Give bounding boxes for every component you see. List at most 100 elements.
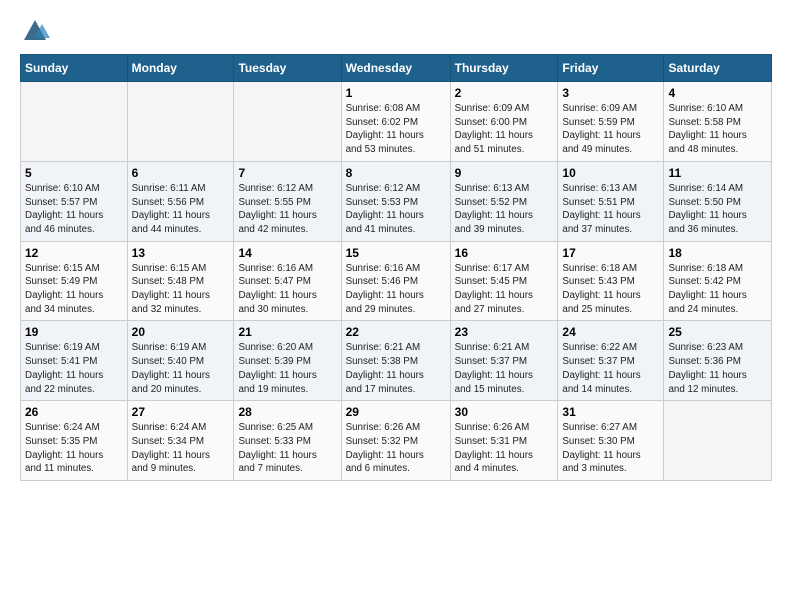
calendar-day-24: 24 Sunrise: 6:22 AM Sunset: 5:37 PM Dayli… bbox=[558, 321, 664, 401]
weekday-header-saturday: Saturday bbox=[664, 55, 772, 82]
weekday-header-friday: Friday bbox=[558, 55, 664, 82]
day-number: 19 bbox=[25, 325, 123, 339]
day-info: Sunrise: 6:16 AM Sunset: 5:46 PM Dayligh… bbox=[346, 262, 446, 317]
calendar-day-28: 28Sunrise: 6:25 AM Sunset: 5:33 PM Dayli… bbox=[234, 401, 341, 481]
calendar-day-30: 30 Sunrise: 6:26 AM Sunset: 5:31 PM Dayli… bbox=[450, 401, 558, 481]
calendar-day-2: 2Sunrise: 6:09 AM Sunset: 6:00 PM Daylig… bbox=[450, 82, 558, 162]
day-info: Sunrise: 6:27 AM Sunset: 5:30 PM Dayligh… bbox=[562, 421, 659, 476]
day-number: 6 bbox=[132, 166, 230, 180]
day-number: 24 bbox=[562, 325, 659, 339]
day-number: 13 bbox=[132, 246, 230, 260]
weekday-header-sunday: Sunday bbox=[21, 55, 128, 82]
day-number: 17 bbox=[562, 246, 659, 260]
calendar-table: SundayMondayTuesdayWednesdayThursdayFrid… bbox=[20, 54, 772, 481]
calendar-empty-cell bbox=[127, 82, 234, 162]
calendar-day-9: 9 Sunrise: 6:13 AM Sunset: 5:52 PM Daylig… bbox=[450, 161, 558, 241]
calendar-day-29: 29 Sunrise: 6:26 AM Sunset: 5:32 PM Dayli… bbox=[341, 401, 450, 481]
day-number: 25 bbox=[668, 325, 767, 339]
calendar-week-row: 5 Sunrise: 6:10 AM Sunset: 5:57 PM Daylig… bbox=[21, 161, 772, 241]
calendar-day-11: 11 Sunrise: 6:14 AM Sunset: 5:50 PM Dayli… bbox=[664, 161, 772, 241]
weekday-header-monday: Monday bbox=[127, 55, 234, 82]
calendar-day-20: 20 Sunrise: 6:19 AM Sunset: 5:40 PM Dayli… bbox=[127, 321, 234, 401]
calendar-day-27: 27 Sunrise: 6:24 AM Sunset: 5:34 PM Dayli… bbox=[127, 401, 234, 481]
day-info: Sunrise: 6:20 AM Sunset: 5:39 PM Dayligh… bbox=[238, 341, 336, 396]
day-number: 1 bbox=[346, 86, 446, 100]
calendar-empty-cell bbox=[234, 82, 341, 162]
day-info: Sunrise: 6:22 AM Sunset: 5:37 PM Dayligh… bbox=[562, 341, 659, 396]
day-number: 21 bbox=[238, 325, 336, 339]
day-info: Sunrise: 6:09 AM Sunset: 6:00 PM Dayligh… bbox=[455, 102, 554, 157]
calendar-empty-cell bbox=[21, 82, 128, 162]
calendar-day-1: 1Sunrise: 6:08 AM Sunset: 6:02 PM Daylig… bbox=[341, 82, 450, 162]
calendar-day-19: 19Sunrise: 6:19 AM Sunset: 5:41 PM Dayli… bbox=[21, 321, 128, 401]
calendar-day-7: 7 Sunrise: 6:12 AM Sunset: 5:55 PM Daylig… bbox=[234, 161, 341, 241]
day-info: Sunrise: 6:13 AM Sunset: 5:52 PM Dayligh… bbox=[455, 182, 554, 237]
day-info: Sunrise: 6:14 AM Sunset: 5:50 PM Dayligh… bbox=[668, 182, 767, 237]
calendar-day-22: 22 Sunrise: 6:21 AM Sunset: 5:38 PM Dayli… bbox=[341, 321, 450, 401]
day-info: Sunrise: 6:21 AM Sunset: 5:38 PM Dayligh… bbox=[346, 341, 446, 396]
calendar-empty-cell bbox=[664, 401, 772, 481]
day-number: 23 bbox=[455, 325, 554, 339]
day-number: 8 bbox=[346, 166, 446, 180]
page-header bbox=[20, 16, 772, 46]
day-info: Sunrise: 6:10 AM Sunset: 5:57 PM Dayligh… bbox=[25, 182, 123, 237]
day-number: 11 bbox=[668, 166, 767, 180]
day-info: Sunrise: 6:25 AM Sunset: 5:33 PM Dayligh… bbox=[238, 421, 336, 476]
calendar-day-23: 23 Sunrise: 6:21 AM Sunset: 5:37 PM Dayli… bbox=[450, 321, 558, 401]
day-number: 4 bbox=[668, 86, 767, 100]
day-info: Sunrise: 6:15 AM Sunset: 5:49 PM Dayligh… bbox=[25, 262, 123, 317]
day-info: Sunrise: 6:23 AM Sunset: 5:36 PM Dayligh… bbox=[668, 341, 767, 396]
day-number: 16 bbox=[455, 246, 554, 260]
day-info: Sunrise: 6:12 AM Sunset: 5:53 PM Dayligh… bbox=[346, 182, 446, 237]
calendar-day-21: 21 Sunrise: 6:20 AM Sunset: 5:39 PM Dayli… bbox=[234, 321, 341, 401]
day-info: Sunrise: 6:26 AM Sunset: 5:32 PM Dayligh… bbox=[346, 421, 446, 476]
calendar-day-10: 10 Sunrise: 6:13 AM Sunset: 5:51 PM Dayli… bbox=[558, 161, 664, 241]
logo-icon bbox=[20, 16, 50, 46]
day-number: 15 bbox=[346, 246, 446, 260]
day-number: 5 bbox=[25, 166, 123, 180]
day-number: 10 bbox=[562, 166, 659, 180]
calendar-day-26: 26Sunrise: 6:24 AM Sunset: 5:35 PM Dayli… bbox=[21, 401, 128, 481]
day-info: Sunrise: 6:15 AM Sunset: 5:48 PM Dayligh… bbox=[132, 262, 230, 317]
calendar-week-row: 12Sunrise: 6:15 AM Sunset: 5:49 PM Dayli… bbox=[21, 241, 772, 321]
day-info: Sunrise: 6:16 AM Sunset: 5:47 PM Dayligh… bbox=[238, 262, 336, 317]
day-info: Sunrise: 6:18 AM Sunset: 5:42 PM Dayligh… bbox=[668, 262, 767, 317]
day-number: 14 bbox=[238, 246, 336, 260]
calendar-day-13: 13 Sunrise: 6:15 AM Sunset: 5:48 PM Dayli… bbox=[127, 241, 234, 321]
calendar-day-15: 15 Sunrise: 6:16 AM Sunset: 5:46 PM Dayli… bbox=[341, 241, 450, 321]
day-number: 30 bbox=[455, 405, 554, 419]
day-info: Sunrise: 6:13 AM Sunset: 5:51 PM Dayligh… bbox=[562, 182, 659, 237]
calendar-day-4: 4 Sunrise: 6:10 AM Sunset: 5:58 PM Daylig… bbox=[664, 82, 772, 162]
calendar-day-17: 17 Sunrise: 6:18 AM Sunset: 5:43 PM Dayli… bbox=[558, 241, 664, 321]
weekday-header-wednesday: Wednesday bbox=[341, 55, 450, 82]
calendar-day-31: 31 Sunrise: 6:27 AM Sunset: 5:30 PM Dayli… bbox=[558, 401, 664, 481]
day-info: Sunrise: 6:24 AM Sunset: 5:34 PM Dayligh… bbox=[132, 421, 230, 476]
day-info: Sunrise: 6:09 AM Sunset: 5:59 PM Dayligh… bbox=[562, 102, 659, 157]
weekday-header-row: SundayMondayTuesdayWednesdayThursdayFrid… bbox=[21, 55, 772, 82]
calendar-day-18: 18Sunrise: 6:18 AM Sunset: 5:42 PM Dayli… bbox=[664, 241, 772, 321]
calendar-week-row: 19Sunrise: 6:19 AM Sunset: 5:41 PM Dayli… bbox=[21, 321, 772, 401]
day-info: Sunrise: 6:19 AM Sunset: 5:40 PM Dayligh… bbox=[132, 341, 230, 396]
day-number: 7 bbox=[238, 166, 336, 180]
day-info: Sunrise: 6:21 AM Sunset: 5:37 PM Dayligh… bbox=[455, 341, 554, 396]
day-number: 27 bbox=[132, 405, 230, 419]
calendar-day-12: 12Sunrise: 6:15 AM Sunset: 5:49 PM Dayli… bbox=[21, 241, 128, 321]
calendar-day-6: 6Sunrise: 6:11 AM Sunset: 5:56 PM Daylig… bbox=[127, 161, 234, 241]
day-number: 3 bbox=[562, 86, 659, 100]
day-info: Sunrise: 6:26 AM Sunset: 5:31 PM Dayligh… bbox=[455, 421, 554, 476]
day-number: 31 bbox=[562, 405, 659, 419]
calendar-day-3: 3 Sunrise: 6:09 AM Sunset: 5:59 PM Daylig… bbox=[558, 82, 664, 162]
day-info: Sunrise: 6:17 AM Sunset: 5:45 PM Dayligh… bbox=[455, 262, 554, 317]
day-info: Sunrise: 6:18 AM Sunset: 5:43 PM Dayligh… bbox=[562, 262, 659, 317]
day-number: 29 bbox=[346, 405, 446, 419]
weekday-header-tuesday: Tuesday bbox=[234, 55, 341, 82]
day-number: 9 bbox=[455, 166, 554, 180]
day-number: 22 bbox=[346, 325, 446, 339]
day-info: Sunrise: 6:10 AM Sunset: 5:58 PM Dayligh… bbox=[668, 102, 767, 157]
day-info: Sunrise: 6:12 AM Sunset: 5:55 PM Dayligh… bbox=[238, 182, 336, 237]
calendar-day-14: 14 Sunrise: 6:16 AM Sunset: 5:47 PM Dayli… bbox=[234, 241, 341, 321]
logo bbox=[20, 16, 54, 46]
day-number: 26 bbox=[25, 405, 123, 419]
calendar-day-8: 8 Sunrise: 6:12 AM Sunset: 5:53 PM Daylig… bbox=[341, 161, 450, 241]
day-number: 20 bbox=[132, 325, 230, 339]
